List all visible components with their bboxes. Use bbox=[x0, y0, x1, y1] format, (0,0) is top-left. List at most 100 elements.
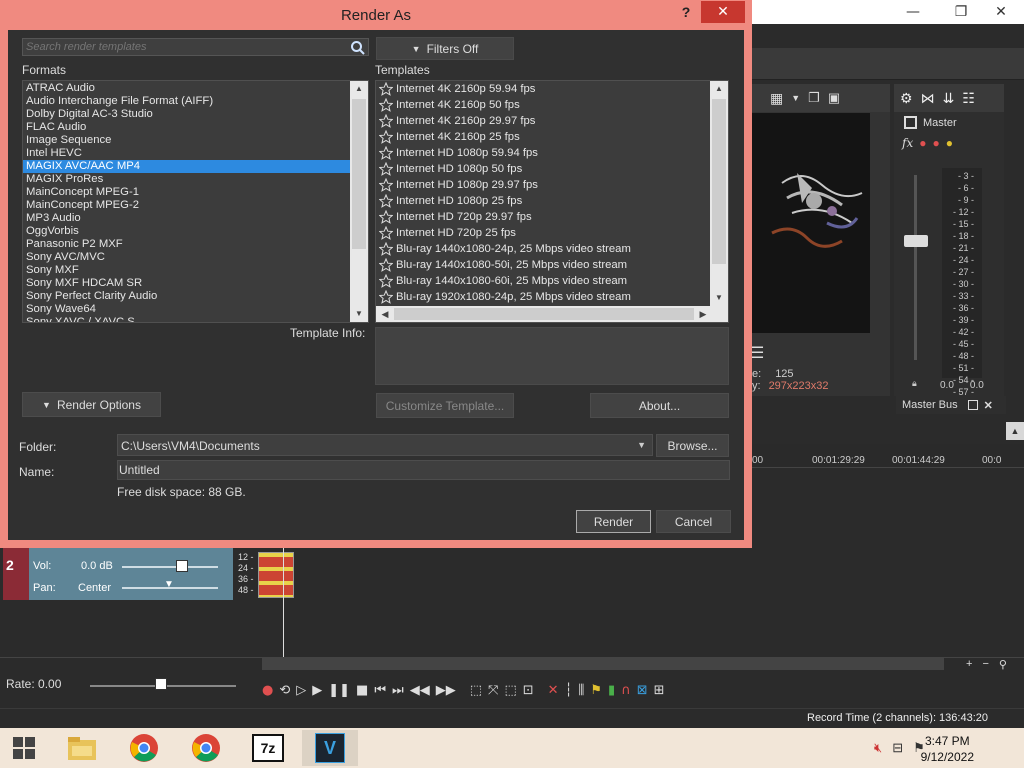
selection-tool-icon[interactable]: ⬚ bbox=[504, 683, 516, 698]
template-item[interactable]: Internet 4K 2160p 29.97 fps bbox=[376, 113, 710, 129]
automation-icon[interactable]: ● bbox=[919, 136, 926, 150]
gear-icon[interactable]: ⚙ bbox=[900, 90, 913, 107]
star-icon[interactable] bbox=[379, 98, 393, 112]
loop-icon[interactable]: ⟲ bbox=[279, 683, 290, 698]
template-item[interactable]: Internet HD 1080p 25 fps bbox=[376, 193, 710, 209]
app-close-button[interactable]: ✕ bbox=[978, 0, 1024, 24]
about-button[interactable]: About... bbox=[590, 393, 729, 418]
scroll-up-icon[interactable]: ▲ bbox=[1006, 422, 1024, 440]
templates-scroll-thumb[interactable] bbox=[712, 99, 726, 264]
network-icon[interactable]: ⊟ bbox=[892, 740, 903, 756]
split-icon[interactable]: ⫼ bbox=[578, 683, 584, 698]
master-bus-tab[interactable]: Master Bus ✕ bbox=[896, 396, 1006, 414]
template-item[interactable]: Internet 4K 2160p 25 fps bbox=[376, 129, 710, 145]
downmix-icon[interactable]: ⇊ bbox=[943, 90, 955, 107]
star-icon[interactable] bbox=[379, 290, 393, 304]
format-item[interactable]: Sony Perfect Clarity Audio bbox=[23, 290, 350, 303]
star-icon[interactable] bbox=[379, 146, 393, 160]
search-icon[interactable] bbox=[350, 40, 366, 56]
format-item[interactable]: Intel HEVC bbox=[23, 147, 350, 160]
scroll-up-icon[interactable]: ▲ bbox=[710, 81, 728, 97]
templates-hscroll-thumb[interactable] bbox=[394, 308, 694, 320]
format-item[interactable]: Dolby Digital AC-3 Studio bbox=[23, 108, 350, 121]
template-item[interactable]: Internet 4K 2160p 59.94 fps bbox=[376, 81, 710, 97]
format-item[interactable]: Sony XAVC / XAVC S bbox=[23, 316, 350, 322]
playhead-cursor[interactable] bbox=[283, 540, 284, 660]
app-minimize-button[interactable]: — bbox=[890, 0, 936, 24]
preview-menu-icon[interactable]: ☰ bbox=[750, 343, 764, 363]
star-icon[interactable] bbox=[379, 226, 393, 240]
close-icon[interactable]: ✕ bbox=[984, 399, 993, 412]
template-item[interactable]: Internet HD 1080p 50 fps bbox=[376, 161, 710, 177]
lock-icon[interactable]: 🔒︎ bbox=[912, 378, 917, 389]
template-item[interactable]: Internet HD 1080p 29.97 fps bbox=[376, 177, 710, 193]
folder-dropdown[interactable]: C:\Users\VM4\Documents ▼ bbox=[117, 434, 653, 456]
audio-clip[interactable] bbox=[258, 552, 294, 598]
template-search-input[interactable] bbox=[26, 41, 346, 53]
chevron-down-icon[interactable]: ▼ bbox=[637, 440, 646, 450]
cancel-button[interactable]: Cancel bbox=[656, 510, 731, 533]
timeline-hscroll[interactable] bbox=[262, 658, 944, 670]
template-item[interactable]: Blu-ray 1440x1080-50i, 25 Mbps video str… bbox=[376, 257, 710, 273]
formats-scroll-thumb[interactable] bbox=[352, 99, 366, 249]
format-item[interactable]: FLAC Audio bbox=[23, 121, 350, 134]
copy-frame-icon[interactable]: ❐ bbox=[808, 90, 820, 106]
star-icon[interactable] bbox=[379, 82, 393, 96]
taskbar-7zip[interactable]: 7z bbox=[240, 730, 296, 766]
lock-envelopes-icon[interactable]: ⊞ bbox=[654, 683, 665, 698]
format-item[interactable]: Sony MXF HDCAM SR bbox=[23, 277, 350, 290]
rate-slider-handle[interactable] bbox=[155, 678, 167, 690]
master-fader-handle[interactable] bbox=[904, 235, 928, 247]
delete-icon[interactable]: ✕ bbox=[548, 683, 559, 698]
name-input[interactable] bbox=[118, 461, 720, 479]
help-button[interactable]: ? bbox=[676, 4, 696, 22]
formats-vscrollbar[interactable]: ▲ ▼ bbox=[350, 81, 368, 322]
trim-icon[interactable]: ┆ bbox=[565, 683, 573, 698]
go-to-end-icon[interactable]: ⏭ bbox=[392, 683, 404, 698]
star-icon[interactable] bbox=[379, 130, 393, 144]
format-item[interactable]: Panasonic P2 MXF bbox=[23, 238, 350, 251]
customize-template-button[interactable]: Customize Template... bbox=[376, 393, 514, 418]
play-from-start-icon[interactable]: ▷ bbox=[296, 683, 306, 698]
pause-icon[interactable]: ❚❚ bbox=[328, 683, 350, 698]
taskbar-chrome[interactable] bbox=[178, 730, 234, 766]
format-item[interactable]: Sony Wave64 bbox=[23, 303, 350, 316]
fx-icon[interactable]: fx bbox=[902, 136, 913, 150]
pan-slider-handle[interactable]: ▼ bbox=[164, 579, 174, 590]
filters-button[interactable]: ▼ Filters Off bbox=[376, 37, 514, 60]
solo-icon[interactable]: ● bbox=[946, 136, 953, 150]
dialog-close-button[interactable]: ✕ bbox=[701, 1, 745, 23]
envelope-tool-icon[interactable]: ⤧ bbox=[488, 683, 498, 698]
format-item[interactable]: MAGIX AVC/AAC MP4 bbox=[23, 160, 350, 173]
templates-vscrollbar[interactable]: ▲ ▼ bbox=[710, 81, 728, 306]
zoom-in-icon[interactable]: + bbox=[966, 658, 972, 671]
marker-icon[interactable]: ⚑ bbox=[590, 683, 602, 698]
grid-icon[interactable]: ▦ bbox=[770, 90, 783, 107]
format-item[interactable]: Image Sequence bbox=[23, 134, 350, 147]
zoom-magnifier-icon[interactable]: ⚲ bbox=[999, 658, 1007, 671]
template-item[interactable]: Blu-ray 1440x1080-24p, 25 Mbps video str… bbox=[376, 241, 710, 257]
star-icon[interactable] bbox=[379, 162, 393, 176]
template-item[interactable]: Blu-ray 1920x1080-24p, 25 Mbps video str… bbox=[376, 289, 710, 305]
taskbar-chrome[interactable] bbox=[116, 730, 172, 766]
render-button[interactable]: Render bbox=[576, 510, 651, 533]
template-item[interactable]: Internet HD 720p 29.97 fps bbox=[376, 209, 710, 225]
format-item[interactable]: MainConcept MPEG-2 bbox=[23, 199, 350, 212]
scroll-up-icon[interactable]: ▲ bbox=[350, 81, 368, 97]
templates-hscrollbar[interactable]: ◀ ▶ bbox=[376, 306, 728, 322]
taskbar-file-explorer[interactable] bbox=[54, 730, 110, 766]
render-options-button[interactable]: ▼ Render Options bbox=[22, 392, 161, 417]
speaker-muted-icon[interactable]: 🔇︎ bbox=[874, 740, 882, 756]
stop-icon[interactable]: ■ bbox=[356, 683, 368, 698]
normal-edit-tool-icon[interactable]: ⬚ bbox=[470, 683, 482, 698]
star-icon[interactable] bbox=[379, 242, 393, 256]
mute-icon[interactable]: ● bbox=[932, 136, 939, 150]
auto-ripple-icon[interactable]: ⊠ bbox=[637, 683, 648, 698]
format-item[interactable]: MainConcept MPEG-1 bbox=[23, 186, 350, 199]
format-item[interactable]: Audio Interchange File Format (AIFF) bbox=[23, 95, 350, 108]
star-icon[interactable] bbox=[379, 210, 393, 224]
format-item[interactable]: Sony AVC/MVC bbox=[23, 251, 350, 264]
save-frame-icon[interactable]: ▣ bbox=[828, 90, 840, 106]
region-icon[interactable]: ▮ bbox=[608, 683, 615, 698]
master-checkbox-icon[interactable] bbox=[904, 116, 917, 129]
